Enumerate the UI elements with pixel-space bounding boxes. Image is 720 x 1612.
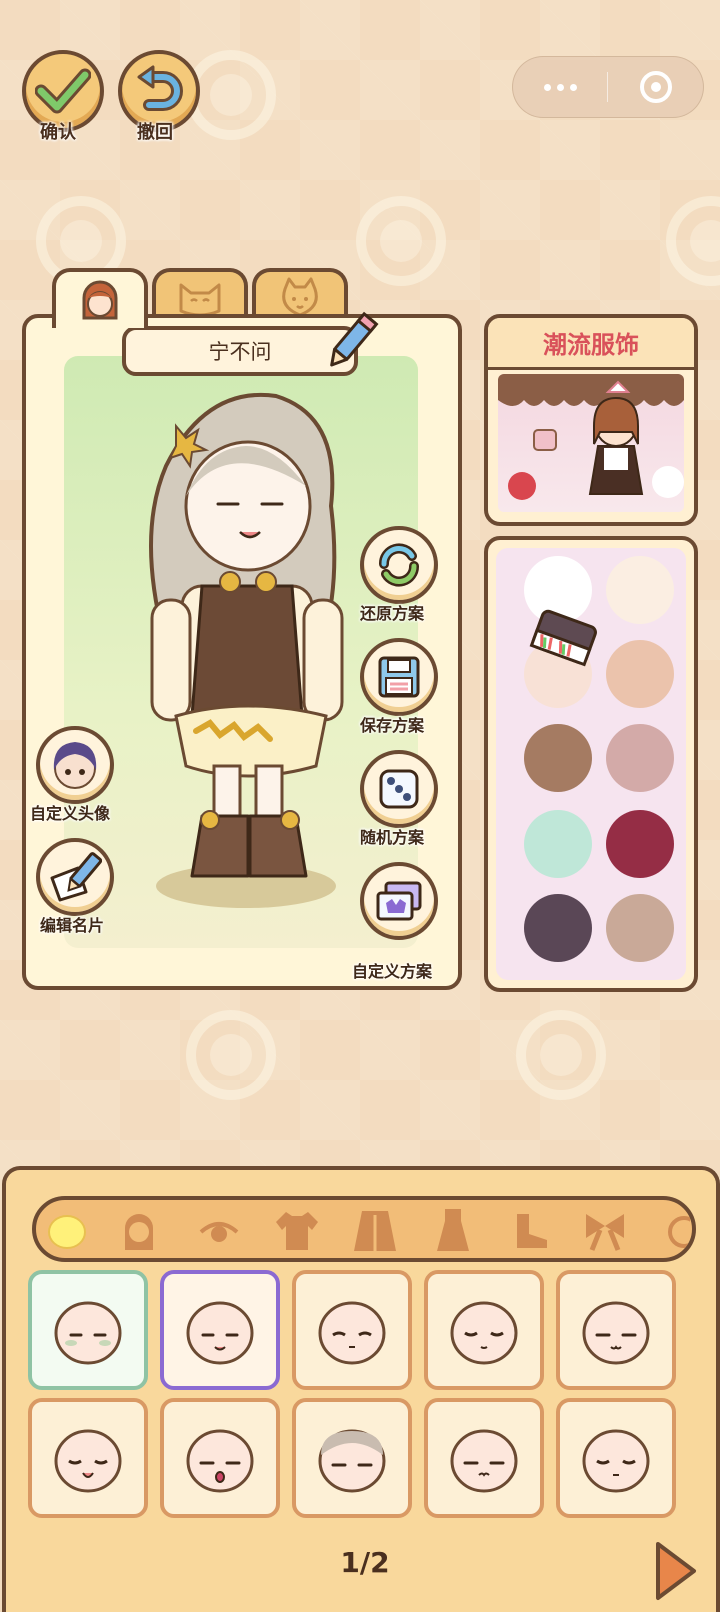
restore-plan-label: 还原方案 <box>360 604 425 623</box>
refresh-icon <box>379 543 419 587</box>
face-thumbnail <box>186 1301 254 1365</box>
character-panel: 宁不问 还原方案 保存方案 随机方案 自定义方案 自定义头像 编辑名片 <box>22 311 462 990</box>
save-plan-label: 保存方案 <box>360 716 425 735</box>
target-close-icon[interactable] <box>608 71 703 103</box>
color-swatch[interactable] <box>606 640 674 708</box>
face-option[interactable] <box>292 1270 412 1390</box>
more-dots-icon[interactable] <box>513 83 607 91</box>
undo-arrow-icon <box>137 65 183 111</box>
face-option[interactable] <box>28 1270 148 1390</box>
face-thumbnail <box>450 1429 518 1493</box>
character-figure <box>149 392 344 908</box>
face-thumbnail <box>318 1301 386 1365</box>
face-icon[interactable] <box>38 1208 96 1252</box>
sun-decoration <box>356 196 446 286</box>
color-swatch[interactable] <box>606 724 674 792</box>
random-plan-button[interactable] <box>360 750 438 828</box>
next-page-arrow-icon[interactable] <box>652 1540 698 1602</box>
face-thumbnail <box>582 1301 650 1365</box>
face-option[interactable] <box>160 1270 280 1390</box>
checkmark-icon <box>35 68 91 114</box>
color-swatch[interactable] <box>606 556 674 624</box>
color-swatch[interactable] <box>524 894 592 962</box>
sun-decoration <box>186 1010 276 1100</box>
edit-card-label: 编辑名片 <box>40 916 105 935</box>
category-bar <box>32 1196 696 1262</box>
miniprogram-capsule <box>512 56 704 118</box>
girl-face-icon <box>82 280 118 320</box>
color-swatch[interactable] <box>524 810 592 878</box>
dog-face-icon <box>282 277 318 317</box>
edit-card-icon <box>50 852 102 902</box>
face-thumbnail <box>582 1429 650 1493</box>
pencil-edit-icon[interactable] <box>322 310 380 374</box>
cards-icon <box>376 881 422 921</box>
face-option[interactable] <box>556 1270 676 1390</box>
fashion-promo-card[interactable]: 潮流服饰 <box>484 314 698 526</box>
custom-avatar-button[interactable] <box>36 726 114 804</box>
confirm-label: 确认 <box>40 122 76 143</box>
color-palette-panel <box>484 536 698 992</box>
hair-icon[interactable] <box>110 1208 168 1252</box>
face-thumbnail <box>54 1301 122 1365</box>
random-plan-label: 随机方案 <box>360 828 425 847</box>
undo-label: 撤回 <box>137 122 173 143</box>
tab-character[interactable] <box>52 268 148 328</box>
face-thumbnail <box>450 1301 518 1365</box>
fashion-title: 潮流服饰 <box>488 318 694 370</box>
face-thumbnail <box>318 1429 386 1493</box>
eye-icon[interactable] <box>190 1208 248 1252</box>
custom-avatar-label: 自定义头像 <box>30 804 111 823</box>
avatar-icon <box>53 742 97 789</box>
color-swatch[interactable] <box>524 724 592 792</box>
face-thumbnail <box>54 1429 122 1493</box>
edit-card-button[interactable] <box>36 838 114 916</box>
color-swatch[interactable] <box>606 894 674 962</box>
cat-face-icon <box>179 283 221 317</box>
floppy-disk-icon <box>378 656 420 698</box>
color-swatch[interactable] <box>606 810 674 878</box>
face-option[interactable] <box>28 1398 148 1518</box>
save-plan-button[interactable] <box>360 638 438 716</box>
custom-plan-label: 自定义方案 <box>352 962 433 981</box>
sun-decoration <box>666 196 720 286</box>
bow-icon[interactable] <box>576 1208 634 1252</box>
face-option[interactable] <box>424 1270 544 1390</box>
face-option[interactable] <box>160 1398 280 1518</box>
face-thumbnail <box>186 1429 254 1493</box>
accessory-icon[interactable] <box>646 1208 692 1252</box>
item-selection-panel: 1/2 <box>2 1166 720 1612</box>
fashion-preview-image <box>498 374 684 512</box>
top-icon[interactable] <box>268 1208 326 1252</box>
eraser-icon[interactable] <box>526 606 602 670</box>
face-option[interactable] <box>292 1398 412 1518</box>
page-indicator: 1/2 <box>340 1546 390 1579</box>
dice-icon <box>379 769 419 809</box>
dress-icon[interactable] <box>424 1208 482 1252</box>
custom-plan-button[interactable] <box>360 862 438 940</box>
shoes-icon[interactable] <box>502 1208 560 1252</box>
sun-decoration <box>516 1010 606 1100</box>
restore-plan-button[interactable] <box>360 526 438 604</box>
character-name: 宁不问 <box>208 340 272 364</box>
face-option[interactable] <box>556 1398 676 1518</box>
coat-icon[interactable] <box>346 1208 404 1252</box>
face-option[interactable] <box>424 1398 544 1518</box>
